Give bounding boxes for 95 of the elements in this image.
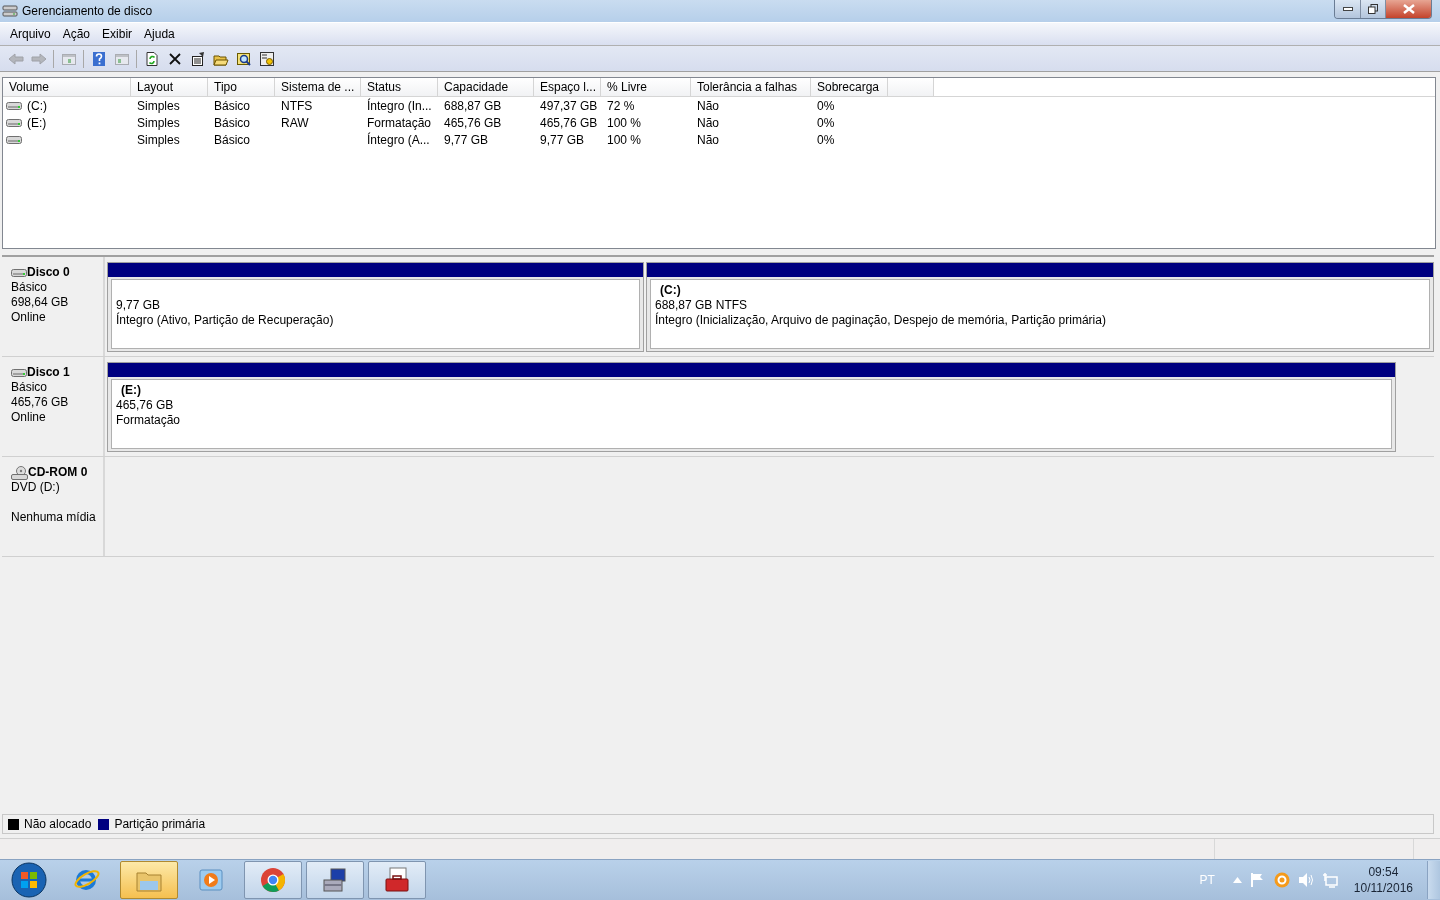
help-icon[interactable] [90, 50, 107, 67]
start-button[interactable] [10, 861, 48, 899]
disk-info: DVD (D:) [11, 480, 61, 495]
table-cell-text: Básico [213, 132, 252, 147]
table-cell-text: 100 % [606, 115, 643, 130]
column-header[interactable]: Tolerância a falhas [691, 78, 811, 96]
table-cell-text: 465,76 GB [443, 115, 503, 130]
menu-item[interactable]: Arquivo [4, 27, 57, 41]
chrome-icon[interactable] [258, 865, 288, 895]
drive-icon [6, 117, 22, 128]
table-cell-text: 72 % [606, 98, 636, 113]
column-header[interactable]: Status [361, 78, 438, 96]
properties-icon[interactable] [189, 50, 206, 67]
table-cell-text: Básico [213, 98, 252, 113]
column-header[interactable]: Capacidade [438, 78, 534, 96]
disk-name: Disco 0 [27, 265, 70, 280]
column-header[interactable]: Volume [3, 78, 131, 96]
settings-icon[interactable] [258, 50, 275, 67]
drive-letter: (C:) [659, 283, 682, 298]
volume-name: (E:) [27, 115, 47, 130]
table-cell-text: Íntegro (In... [366, 98, 433, 113]
partition-info: Íntegro (Inicialização, Arquivo de paginação, Despejo de memória, Partição primária) [655, 313, 1107, 328]
volume-name: (C:) [27, 98, 47, 113]
disk-management-icon [2, 4, 18, 18]
restore-icon [1368, 4, 1378, 14]
disk-info: Nenhuma mídia [11, 510, 97, 525]
menu-item[interactable]: Ação [56, 27, 97, 41]
close-icon [1402, 4, 1415, 14]
column-header[interactable]: % Livre [601, 78, 691, 96]
column-header[interactable]: Sistema de ... [275, 78, 361, 96]
table-cell-text: 0% [816, 115, 836, 130]
table-cell-text: 497,37 GB [539, 98, 599, 113]
drive-icon [11, 367, 27, 378]
restore-button[interactable] [1361, 0, 1386, 18]
table-cell-text: Formatação [366, 115, 433, 130]
partition-block[interactable]: (E:) 465,76 GB Formatação [107, 362, 1396, 452]
table-cell-text: 9,77 GB [539, 132, 586, 147]
delete-icon[interactable] [166, 50, 183, 67]
taskbar-button[interactable] [244, 861, 302, 899]
minimize-button[interactable] [1335, 0, 1361, 18]
clock-date[interactable]: 10/11/2016 [1353, 880, 1413, 896]
table-cell-text: 0% [816, 98, 836, 113]
partition-info: Íntegro (Ativo, Partição de Recuperação) [116, 313, 335, 328]
drive-icon [11, 267, 27, 278]
search-icon[interactable] [235, 50, 252, 67]
table-cell-text: NTFS [280, 98, 314, 113]
table-cell-text: Básico [213, 115, 252, 130]
disk-info: Básico [11, 280, 49, 295]
refresh-icon[interactable] [143, 50, 160, 67]
disk-info: Online [11, 310, 47, 325]
partition-info: 465,76 GB [116, 398, 175, 413]
taskbar-button[interactable] [306, 861, 364, 899]
legend-label: Partição primária [114, 817, 206, 831]
disk-info: 465,76 GB [11, 395, 70, 410]
partition-info: 9,77 GB [116, 298, 162, 312]
drive-icon [6, 100, 22, 111]
drive-letter: (E:) [120, 383, 142, 398]
ring-icon[interactable] [1273, 872, 1290, 888]
minimize-icon [1342, 7, 1353, 11]
table-cell-text: 465,76 GB [539, 115, 599, 130]
taskbar-button[interactable] [368, 861, 426, 899]
disk-info: 698,64 GB [11, 295, 70, 310]
table-cell-text: Simples [136, 98, 181, 113]
disk-info: Básico [11, 380, 49, 395]
table-cell-text: Não [696, 115, 720, 130]
table-cell-text: 688,87 GB [443, 98, 503, 113]
partition-block[interactable]: 9,77 GB Íntegro (Ativo, Partição de Recuperação) [107, 262, 644, 352]
disk-name: CD-ROM 0 [28, 465, 88, 480]
drive-icon [6, 134, 22, 145]
table-cell-text: Não [696, 98, 720, 113]
table-cell-text: Íntegro (A... [366, 132, 431, 147]
table-cell-text: 100 % [606, 132, 643, 147]
table-cell-text: RAW [280, 115, 310, 130]
table-cell-text: 0% [816, 132, 836, 147]
table-cell-text: Não [696, 132, 720, 147]
column-header[interactable]: Layout [131, 78, 208, 96]
table-cell-text: Simples [136, 132, 181, 147]
partition-info: Formatação [116, 413, 182, 428]
column-header[interactable]: Espaço l... [534, 78, 601, 96]
disk-name: Disco 1 [27, 365, 70, 380]
toolbox-icon[interactable] [382, 865, 412, 895]
close-button[interactable] [1386, 0, 1431, 18]
menu-item[interactable]: Ajuda [138, 27, 181, 41]
partition-info: 688,87 GB NTFS [655, 298, 749, 312]
table-cell-text: 9,77 GB [443, 132, 490, 147]
partition-block[interactable]: (C:) 688,87 GB NTFS Íntegro (Inicialização, Arquivo de paginação, Despejo de memória, Partição primária) [646, 262, 1434, 352]
legend-label: Não alocado [24, 817, 92, 831]
window-title: Gerenciamento de disco [22, 4, 154, 18]
table-cell-text: Simples [136, 115, 181, 130]
clock-time[interactable]: 09:54 [1368, 864, 1399, 880]
column-header[interactable]: Sobrecarga [811, 78, 888, 96]
column-header[interactable]: Tipo [208, 78, 275, 96]
disk-info: Online [11, 410, 47, 425]
cd-drive-icon [11, 465, 28, 480]
menu-item[interactable]: Exibir [96, 27, 139, 41]
